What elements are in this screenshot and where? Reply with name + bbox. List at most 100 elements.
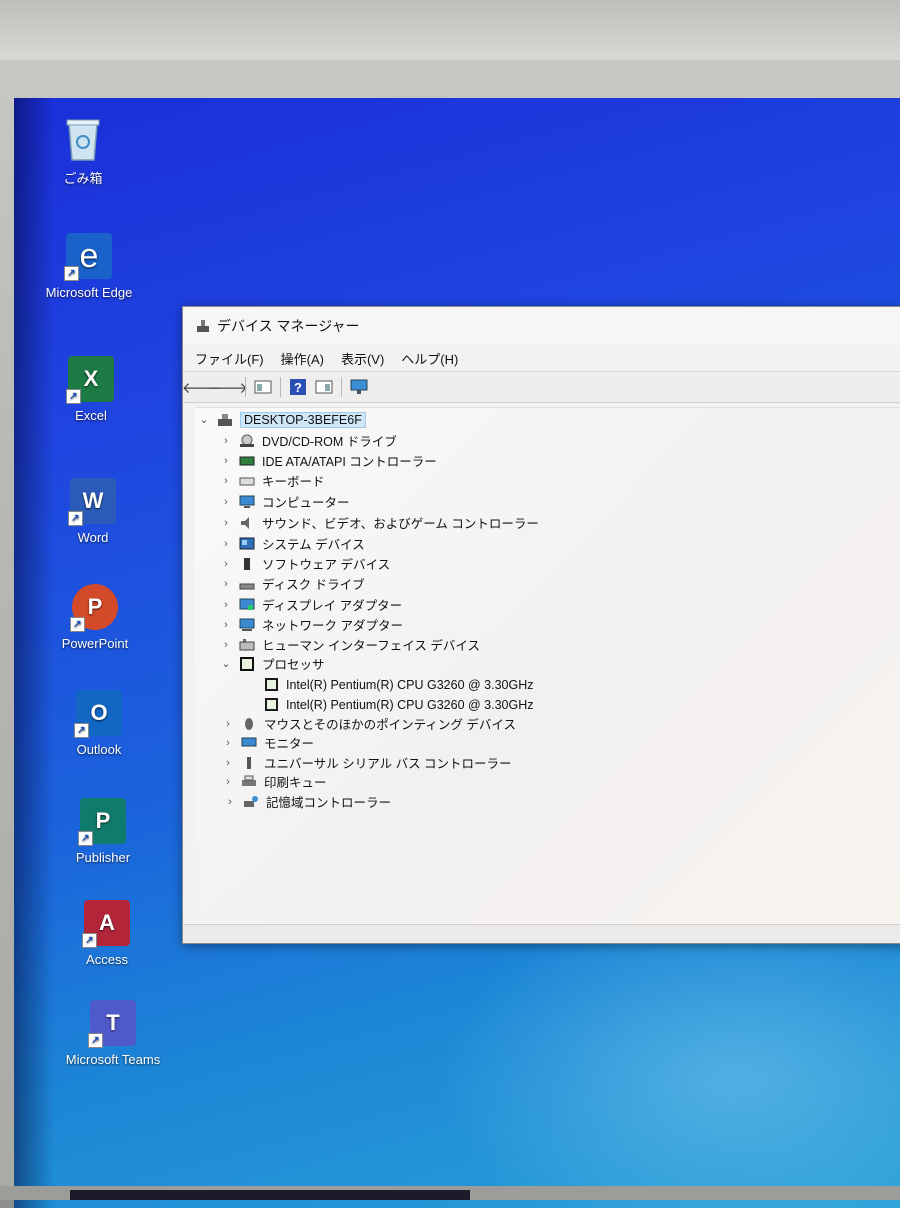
- toolbar-separator: [245, 377, 246, 397]
- tree-item-dvd[interactable]: › DVD/CD-ROM ドライブ: [219, 431, 397, 450]
- access-icon: A ↗: [82, 900, 130, 948]
- tree-item-label: システム デバイス: [262, 538, 365, 552]
- monitor-bezel-top: [0, 0, 900, 60]
- menu-bar: ファイル(F) 操作(A) 表示(V) ヘルプ(H): [183, 345, 900, 371]
- speaker-icon: [239, 516, 257, 530]
- tree-child-cpu[interactable]: Intel(R) Pentium(R) CPU G3260 @ 3.30GHz: [265, 675, 534, 694]
- tree-item-label: サウンド、ビデオ、およびゲーム コントローラー: [262, 517, 539, 531]
- chevron-right-icon[interactable]: ›: [219, 639, 233, 651]
- tree-root[interactable]: ⌄ DESKTOP-3BEFE6F: [197, 410, 366, 429]
- cpu-icon: [265, 678, 278, 691]
- chevron-right-icon[interactable]: ›: [221, 776, 235, 788]
- printer-icon: [241, 775, 259, 789]
- monitor-icon: [241, 736, 259, 750]
- chevron-right-icon[interactable]: ›: [219, 558, 233, 570]
- chevron-right-icon[interactable]: ›: [221, 757, 235, 769]
- software-device-icon: [239, 557, 257, 571]
- tree-item-label: マウスとそのほかのポインティング デバイス: [264, 718, 516, 732]
- tree-item-printer[interactable]: › 印刷キュー: [221, 772, 327, 791]
- tree-item-label: IDE ATA/ATAPI コントローラー: [262, 455, 437, 469]
- tree-item-label: 記憶域コントローラー: [266, 796, 392, 810]
- desktop-icon-excel[interactable]: X ↗ Excel: [36, 356, 146, 423]
- desktop-icon-publisher[interactable]: P ↗ Publisher: [48, 798, 158, 865]
- outlook-icon: O ↗: [74, 690, 122, 738]
- chevron-right-icon[interactable]: ›: [219, 619, 233, 631]
- tree-item-processor[interactable]: ⌄ プロセッサ: [219, 654, 325, 673]
- system-device-icon: [239, 537, 257, 551]
- desktop-icon-teams[interactable]: T ↗ Microsoft Teams: [58, 1000, 168, 1067]
- tree-item-ide[interactable]: › IDE ATA/ATAPI コントローラー: [219, 451, 437, 470]
- desktop-icon-edge[interactable]: e ↗ Microsoft Edge: [34, 233, 144, 300]
- view-icon[interactable]: [313, 377, 335, 397]
- desktop-icon-outlook[interactable]: O ↗ Outlook: [44, 690, 154, 757]
- tree-root-label: DESKTOP-3BEFE6F: [240, 411, 366, 428]
- tree-item-keyboard[interactable]: › キーボード: [219, 471, 324, 490]
- chevron-right-icon[interactable]: ›: [219, 599, 233, 611]
- shortcut-arrow-icon: ↗: [88, 1033, 103, 1048]
- chevron-right-icon[interactable]: ›: [219, 578, 233, 590]
- menu-action[interactable]: 操作(A): [281, 349, 324, 368]
- tree-item-computer[interactable]: › コンピューター: [219, 492, 350, 511]
- recycle-bin-icon: [60, 116, 106, 162]
- tree-child-cpu[interactable]: Intel(R) Pentium(R) CPU G3260 @ 3.30GHz: [265, 695, 534, 714]
- display-adapter-icon: [239, 598, 257, 612]
- edge-icon: e ↗: [64, 233, 112, 281]
- ide-controller-icon: [239, 454, 257, 468]
- shortcut-arrow-icon: ↗: [66, 389, 81, 404]
- tree-item-label: ユニバーサル シリアル バス コントローラー: [264, 757, 512, 771]
- chevron-right-icon[interactable]: ›: [219, 475, 233, 487]
- tree-item-display[interactable]: › ディスプレイ アダプター: [219, 595, 402, 614]
- tree-item-usb[interactable]: › ユニバーサル シリアル バス コントローラー: [221, 753, 512, 772]
- desktop-icon-access[interactable]: A ↗ Access: [52, 900, 162, 967]
- menu-help[interactable]: ヘルプ(H): [401, 349, 458, 368]
- shortcut-arrow-icon: ↗: [70, 617, 85, 632]
- device-manager-window[interactable]: デバイス マネージャー ファイル(F) 操作(A) 表示(V) ヘルプ(H) 🡐…: [182, 306, 900, 944]
- desktop-icon-label: Word: [77, 530, 109, 545]
- chevron-right-icon[interactable]: ›: [219, 538, 233, 550]
- tree-item-sound[interactable]: › サウンド、ビデオ、およびゲーム コントローラー: [219, 513, 539, 532]
- chevron-right-icon[interactable]: ›: [219, 496, 233, 508]
- tree-item-monitor[interactable]: › モニター: [221, 733, 314, 752]
- tree-item-hid[interactable]: › ヒューマン インターフェイス デバイス: [219, 635, 480, 654]
- usb-icon: [241, 756, 259, 770]
- desktop-icon-recycle-bin[interactable]: ごみ箱: [28, 116, 138, 187]
- chevron-down-icon[interactable]: ⌄: [197, 413, 211, 426]
- chevron-right-icon[interactable]: ›: [223, 796, 237, 808]
- scan-hardware-icon[interactable]: [348, 377, 370, 397]
- window-titlebar[interactable]: デバイス マネージャー: [183, 307, 900, 345]
- device-tree[interactable]: ⌄ DESKTOP-3BEFE6F › DVD/CD-ROM ドライブ › ID…: [195, 407, 900, 925]
- tree-item-system[interactable]: › システム デバイス: [219, 534, 365, 553]
- tree-item-mouse[interactable]: › マウスとそのほかのポインティング デバイス: [221, 714, 516, 733]
- desktop-icon-word[interactable]: W ↗ Word: [38, 478, 148, 545]
- chevron-right-icon[interactable]: ›: [219, 517, 233, 529]
- help-icon[interactable]: ?: [287, 377, 309, 397]
- shortcut-arrow-icon: ↗: [74, 723, 89, 738]
- tree-item-label: プロセッサ: [262, 658, 325, 672]
- powerpoint-icon: P ↗: [70, 584, 118, 632]
- tree-item-storage[interactable]: › 記憶域コントローラー: [223, 792, 391, 811]
- tree-item-label: ディスク ドライブ: [262, 578, 365, 592]
- shortcut-arrow-icon: ↗: [78, 831, 93, 846]
- menu-view[interactable]: 表示(V): [341, 349, 384, 368]
- tree-item-network[interactable]: › ネットワーク アダプター: [219, 615, 403, 634]
- properties-icon[interactable]: [252, 377, 274, 397]
- forward-arrow-icon[interactable]: 🡒: [208, 377, 248, 397]
- device-manager-icon: [195, 318, 211, 334]
- desktop-icon-label: ごみ箱: [63, 171, 103, 186]
- chevron-right-icon[interactable]: ›: [221, 737, 235, 749]
- word-icon: W ↗: [68, 478, 116, 526]
- window-title: デバイス マネージャー: [217, 318, 360, 334]
- tree-item-label: コンピューター: [262, 496, 350, 510]
- menu-file[interactable]: ファイル(F): [195, 349, 264, 368]
- chevron-right-icon[interactable]: ›: [219, 455, 233, 467]
- desktop-icon-powerpoint[interactable]: P ↗ PowerPoint: [40, 584, 150, 651]
- processor-icon: [239, 656, 257, 671]
- chevron-right-icon[interactable]: ›: [221, 718, 235, 730]
- chevron-down-icon[interactable]: ⌄: [219, 657, 233, 670]
- chevron-right-icon[interactable]: ›: [219, 435, 233, 447]
- teams-icon: T ↗: [88, 1000, 136, 1048]
- publisher-icon: P ↗: [78, 798, 126, 846]
- tree-item-software[interactable]: › ソフトウェア デバイス: [219, 554, 390, 573]
- tree-item-disk[interactable]: › ディスク ドライブ: [219, 574, 365, 593]
- desktop-icon-label: Microsoft Teams: [65, 1052, 161, 1067]
